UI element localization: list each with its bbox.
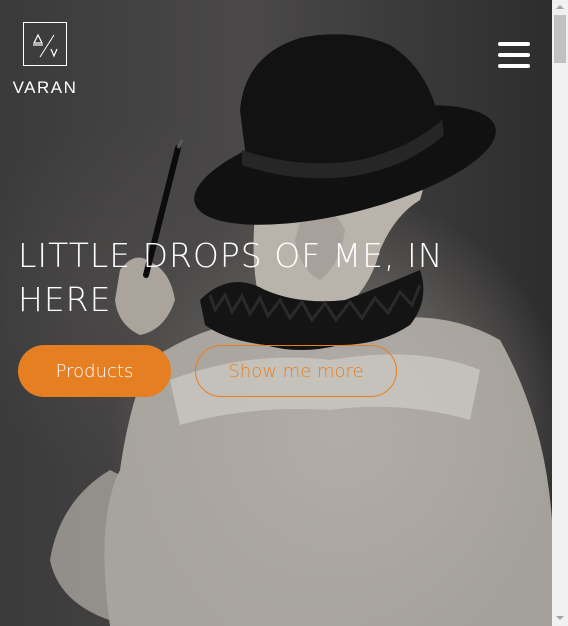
vertical-scrollbar[interactable] bbox=[552, 0, 568, 626]
logo-mark-icon bbox=[23, 22, 67, 66]
scroll-up-arrow-icon[interactable] bbox=[556, 5, 564, 9]
brand-logo[interactable]: VARAN bbox=[12, 22, 78, 98]
products-button[interactable]: Products bbox=[18, 345, 171, 397]
show-more-button[interactable]: Show me more bbox=[195, 345, 397, 397]
scroll-down-arrow-icon[interactable] bbox=[556, 616, 564, 620]
hero-section: VARAN LITTLE DROPS OF ME, IN HERE Produc… bbox=[0, 0, 552, 626]
scrollbar-thumb[interactable] bbox=[554, 15, 566, 63]
brand-name: VARAN bbox=[12, 78, 78, 97]
hero-headline: LITTLE DROPS OF ME, IN HERE bbox=[18, 236, 444, 319]
hamburger-menu-icon[interactable] bbox=[498, 40, 532, 70]
